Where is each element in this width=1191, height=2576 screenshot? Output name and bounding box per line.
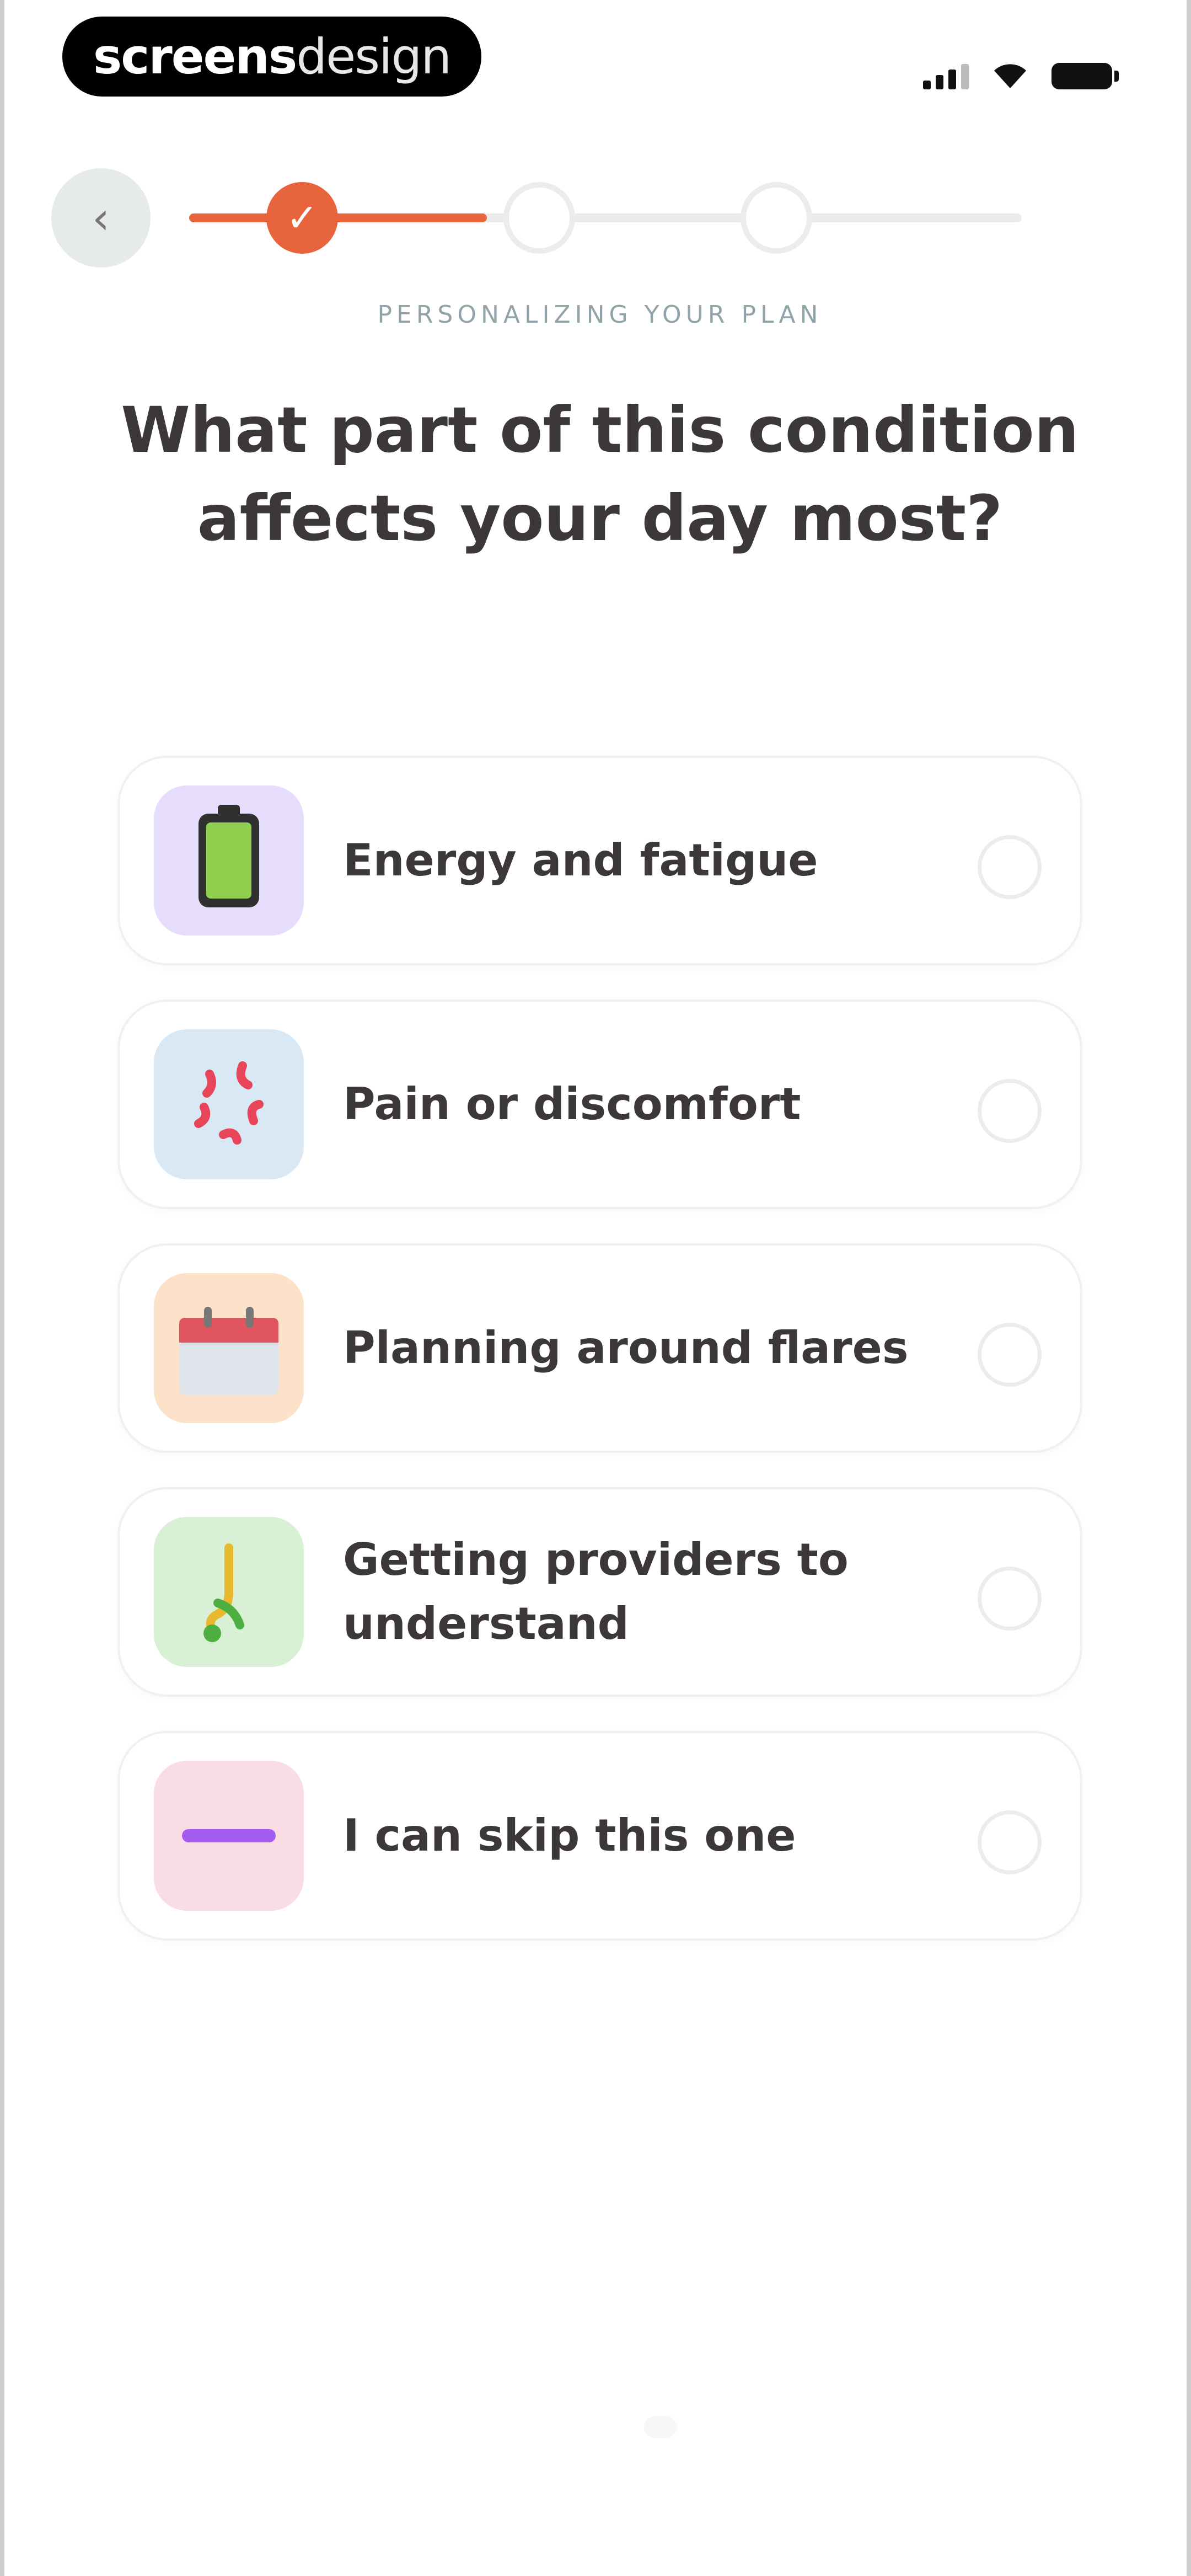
option-radio[interactable]: [978, 1567, 1042, 1631]
battery-icon: [1051, 63, 1119, 89]
option-icon-tile: [154, 1761, 304, 1911]
options-list: Energy and fatigue Pain or discomfort Pl…: [117, 756, 1082, 1975]
pain-burst-icon: [194, 1061, 264, 1145]
option-radio[interactable]: [978, 1810, 1042, 1874]
signal-icon: [923, 62, 969, 89]
brand-logo: screens design: [62, 17, 481, 97]
option-label: Getting providers to understand: [343, 1534, 849, 1649]
back-button[interactable]: ‹: [51, 168, 151, 268]
brand-logo-light: design: [296, 28, 452, 85]
option-planning-flares[interactable]: Planning around flares: [117, 1243, 1082, 1453]
app-screen: screens design ‹ ✓ PERSONALIZING YOUR PLA…: [0, 0, 1191, 2576]
option-energy-fatigue[interactable]: Energy and fatigue: [117, 756, 1082, 965]
status-icons: [923, 51, 1119, 89]
option-icon-tile: [154, 785, 304, 936]
question-title: What part of this condition affects your…: [121, 393, 1079, 555]
progress-stepper: ✓: [189, 182, 1022, 254]
option-label: I can skip this one: [343, 1810, 796, 1861]
brand-logo-bold: screens: [93, 28, 297, 85]
option-icon-tile: [154, 1517, 304, 1667]
check-icon: ✓: [286, 195, 319, 241]
chevron-left-icon: ‹: [92, 192, 110, 244]
option-radio[interactable]: [978, 1323, 1042, 1387]
option-skip[interactable]: I can skip this one: [117, 1731, 1082, 1941]
home-indicator: [644, 2416, 677, 2438]
option-radio[interactable]: [978, 1079, 1042, 1143]
progress-step: [741, 182, 812, 254]
section-eyebrow: PERSONALIZING YOUR PLAN: [377, 301, 823, 329]
progress-fill: [189, 213, 487, 222]
option-label: Pain or discomfort: [343, 1078, 801, 1130]
option-pain-discomfort[interactable]: Pain or discomfort: [117, 1000, 1082, 1209]
option-label: Planning around flares: [343, 1322, 909, 1373]
battery-icon: [198, 805, 259, 907]
option-providers-understand[interactable]: Getting providers to understand: [117, 1487, 1082, 1697]
option-radio[interactable]: [978, 835, 1042, 899]
wifi-icon: [991, 61, 1029, 89]
progress-step-completed: ✓: [266, 182, 338, 254]
progress-step: [503, 182, 575, 254]
option-icon-tile: [154, 1273, 304, 1423]
calendar-icon: [179, 1307, 278, 1395]
stethoscope-icon: [203, 1543, 244, 1642]
dash-icon: [182, 1829, 276, 1842]
option-icon-tile: [154, 1029, 304, 1179]
option-label: Energy and fatigue: [343, 835, 818, 886]
